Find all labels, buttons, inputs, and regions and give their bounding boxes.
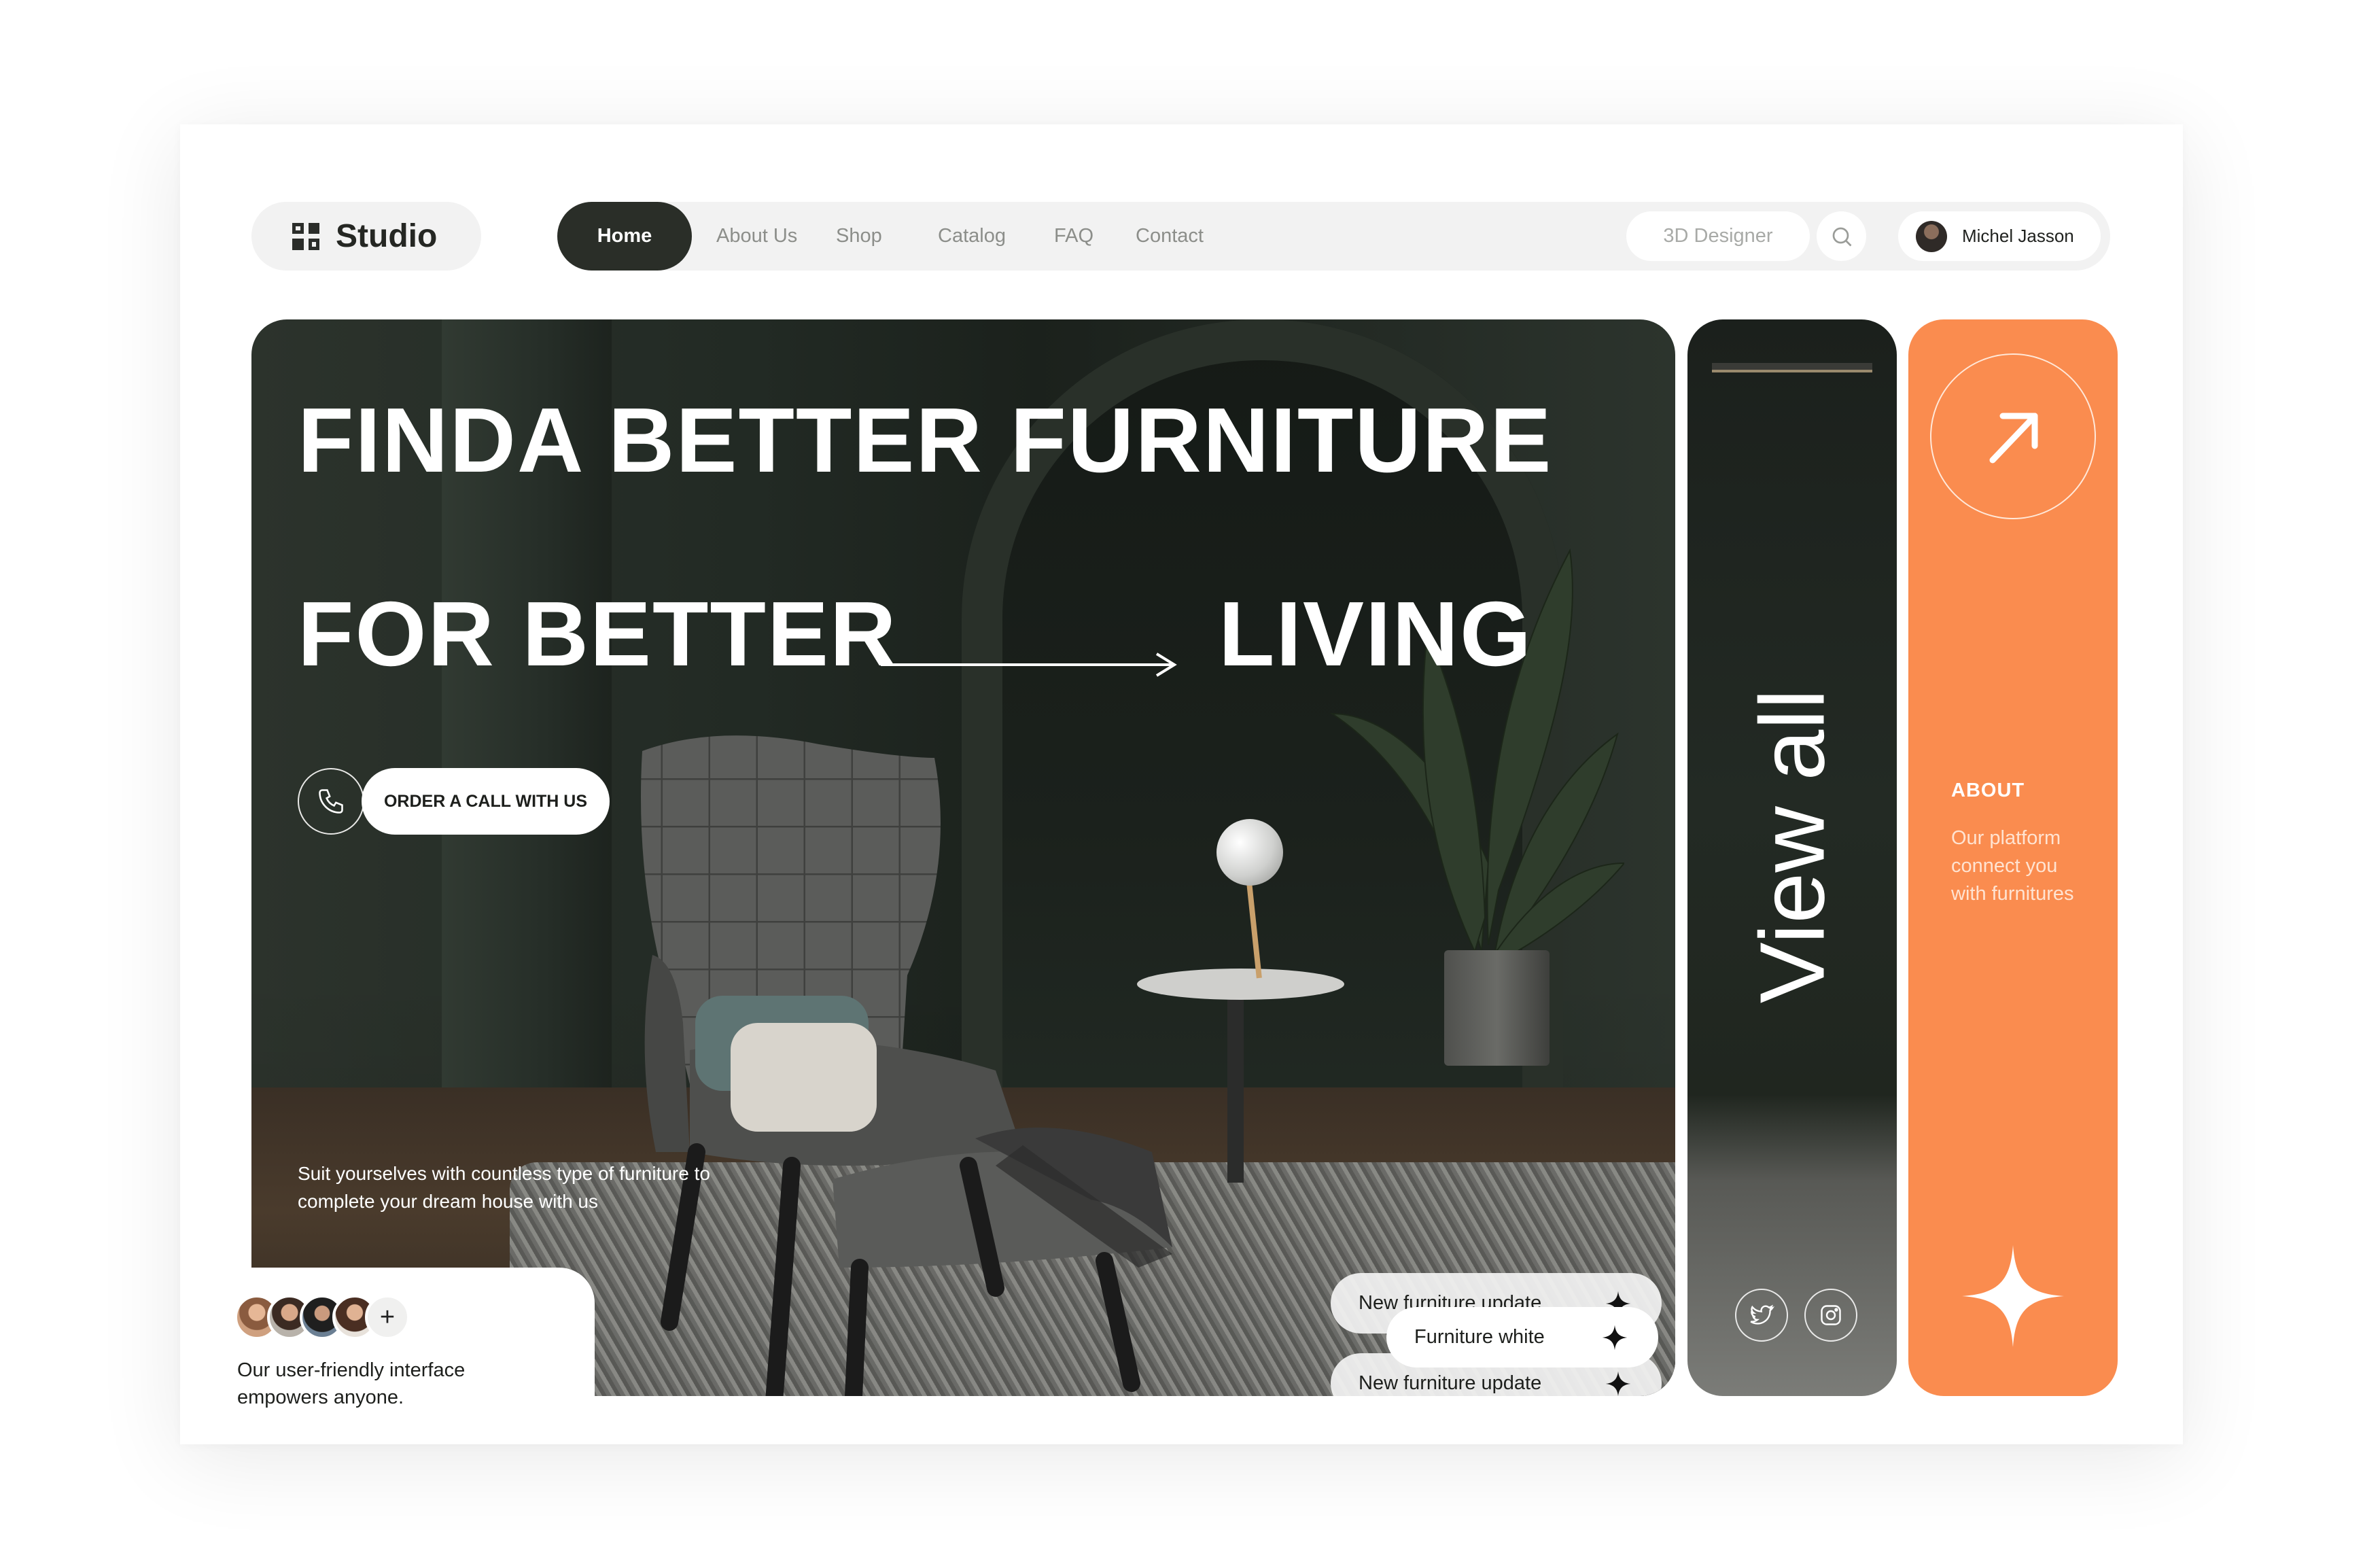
update-pill-3[interactable]: Furniture white	[1386, 1307, 1658, 1367]
instagram-icon	[1821, 1305, 1841, 1325]
about-heading: ABOUT	[1951, 780, 2025, 801]
community-card: + Our user-friendly interface empowers a…	[180, 1268, 595, 1444]
hero-description: Suit yourselves with countless type of f…	[298, 1163, 710, 1212]
armchair-image	[641, 735, 1172, 1396]
arrow-button[interactable]	[1930, 353, 2096, 519]
phone-icon	[319, 789, 343, 814]
logo[interactable]: Studio	[251, 202, 481, 271]
hero-banner: FINDA BETTER FURNITURE FOR BETTER LIVING…	[251, 319, 1675, 1396]
nav-item-about-us[interactable]: About Us	[716, 202, 797, 271]
hero-title-line-2-right: LIVING	[1219, 582, 1533, 685]
update-label: Furniture white	[1414, 1326, 1545, 1348]
sparkle-icon	[1605, 1371, 1631, 1396]
plant-pot	[1444, 950, 1550, 1066]
search-icon	[1832, 227, 1851, 246]
sparkle-icon	[1962, 1245, 2064, 1347]
phone-button[interactable]	[298, 768, 364, 835]
user-name: Michel Jasson	[1962, 226, 2074, 246]
twitter-icon	[1750, 1304, 1774, 1325]
nav-item-home[interactable]: Home	[557, 202, 692, 271]
long-arrow-icon	[881, 652, 1177, 677]
user-profile[interactable]: Michel Jasson	[1898, 211, 2101, 261]
about-text: Our platform connect you with furnitures	[1951, 827, 2074, 905]
nav-item-faq[interactable]: FAQ	[1054, 202, 1093, 271]
instagram-button[interactable]	[1804, 1289, 1857, 1342]
light-fixture	[1712, 363, 1872, 372]
page-card: Studio Home About Us Shop Catalog FAQ Co…	[180, 124, 2183, 1444]
order-call-button[interactable]: ORDER A CALL WITH US	[362, 768, 610, 835]
brand-name: Studio	[336, 218, 438, 254]
search-button[interactable]	[1817, 211, 1866, 261]
add-user-button[interactable]: +	[365, 1295, 410, 1340]
avatar	[1916, 220, 1947, 252]
plant-image	[1329, 548, 1624, 963]
user-avatars: +	[234, 1295, 410, 1340]
about-panel: ABOUT Our platform connect you with furn…	[1908, 319, 2118, 1396]
nav-item-contact[interactable]: Contact	[1136, 202, 1204, 271]
community-text: Our user-friendly interface empowers any…	[237, 1359, 466, 1408]
hero-title-line-2-left: FOR BETTER	[298, 582, 898, 685]
arrow-up-right-icon	[1989, 413, 2038, 464]
nav-item-shop[interactable]: Shop	[836, 202, 882, 271]
view-all-link[interactable]: View all	[1740, 689, 1845, 1004]
update-label: New furniture update	[1359, 1372, 1542, 1394]
search-input[interactable]: 3D Designer	[1626, 211, 1810, 261]
nav-item-catalog[interactable]: Catalog	[938, 202, 1006, 271]
nav-bar: Home About Us Shop Catalog FAQ Contact 3…	[557, 202, 2110, 271]
hero-title-line-1: FINDA BETTER FURNITURE	[298, 389, 1553, 491]
view-all-panel[interactable]: View all	[1687, 319, 1897, 1396]
twitter-button[interactable]	[1735, 1289, 1788, 1342]
sparkle-icon	[1602, 1325, 1628, 1350]
qr-code-icon	[292, 222, 319, 250]
